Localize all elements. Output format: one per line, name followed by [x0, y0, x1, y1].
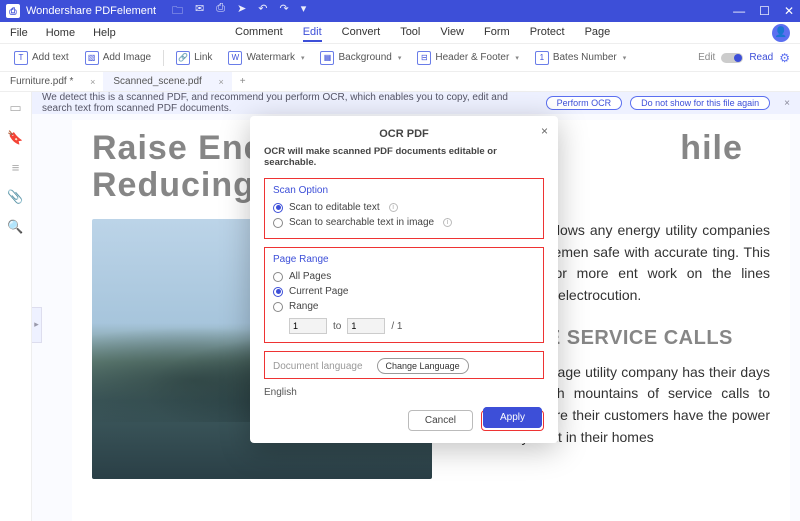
page-range-title: Page Range [273, 254, 535, 265]
radio-icon [273, 203, 283, 213]
radio-icon [273, 218, 283, 228]
range-inputs: to / 1 [289, 318, 535, 334]
radio-icon [273, 302, 283, 312]
range-from-input[interactable] [289, 318, 327, 334]
range-custom-radio[interactable]: Range [273, 301, 535, 312]
scan-editable-radio[interactable]: Scan to editable text i [273, 202, 535, 213]
dialog-actions: Cancel Apply [264, 410, 544, 431]
dialog-close-icon[interactable]: × [541, 124, 548, 138]
scan-option-title: Scan Option [273, 185, 535, 196]
language-label: Document language [273, 361, 363, 372]
range-to-label: to [333, 321, 341, 332]
radio-label: Current Page [289, 286, 348, 297]
radio-label: Scan to editable text [289, 202, 380, 213]
apply-button[interactable]: Apply [483, 407, 542, 428]
radio-label: Scan to searchable text in image [289, 217, 434, 228]
radio-label: Range [289, 301, 318, 312]
range-total: / 1 [391, 321, 402, 332]
dialog-overlay: × OCR PDF OCR will make scanned PDF docu… [0, 0, 800, 521]
range-all-radio[interactable]: All Pages [273, 271, 535, 282]
page-range-group: Page Range All Pages Current Page Range … [264, 247, 544, 343]
info-icon[interactable]: i [443, 218, 452, 227]
range-to-input[interactable] [347, 318, 385, 334]
ocr-dialog: × OCR PDF OCR will make scanned PDF docu… [250, 116, 558, 443]
radio-icon [273, 287, 283, 297]
change-language-button[interactable]: Change Language [377, 358, 469, 374]
dialog-title: OCR PDF [264, 128, 544, 140]
scan-searchable-radio[interactable]: Scan to searchable text in image i [273, 217, 535, 228]
radio-label: All Pages [289, 271, 331, 282]
range-current-radio[interactable]: Current Page [273, 286, 535, 297]
language-group: Document language Change Language [264, 351, 544, 379]
apply-highlight: Apply [481, 410, 544, 431]
language-value: English [264, 387, 544, 398]
scan-option-group: Scan Option Scan to editable text i Scan … [264, 178, 544, 239]
dialog-subtitle: OCR will make scanned PDF documents edit… [264, 146, 544, 168]
cancel-button[interactable]: Cancel [408, 410, 473, 431]
info-icon[interactable]: i [389, 203, 398, 212]
radio-icon [273, 272, 283, 282]
